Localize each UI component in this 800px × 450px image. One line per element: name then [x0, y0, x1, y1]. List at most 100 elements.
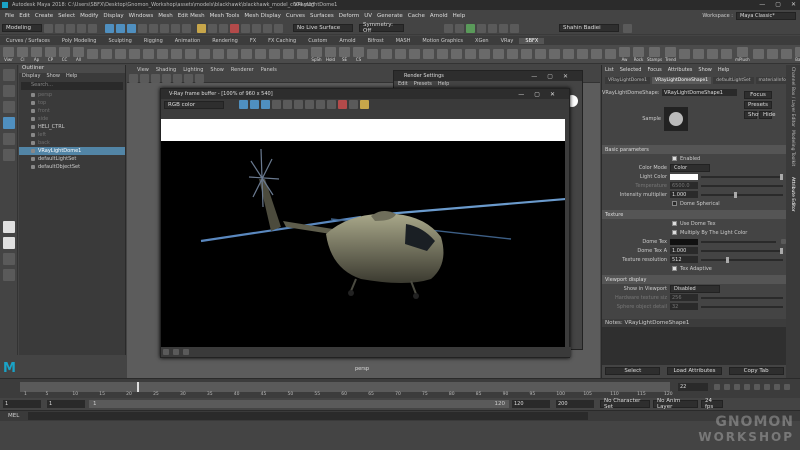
- attr-menu-focus[interactable]: Focus: [647, 67, 661, 73]
- light-color-swatch[interactable]: [670, 173, 698, 180]
- viewport-menu-view[interactable]: View: [137, 67, 149, 73]
- shelf-item-42[interactable]: [591, 49, 602, 59]
- current-frame-field[interactable]: 22: [678, 383, 708, 391]
- shelf-item-bake[interactable]: Bake: [794, 46, 800, 62]
- shelf-item-33[interactable]: [465, 49, 476, 59]
- texture-resolution-slider[interactable]: [701, 256, 783, 263]
- shelf-item-rock[interactable]: Rock: [633, 46, 644, 62]
- shelf-item-ap[interactable]: Ap: [31, 46, 42, 62]
- vfb-lens-icon[interactable]: [182, 349, 189, 355]
- side-tab-attribute-editor[interactable]: Attribute Editor: [790, 177, 795, 212]
- attr-tab-materialinfo[interactable]: materialInfo: [755, 77, 789, 84]
- shelf-item-cc[interactable]: CC: [59, 46, 70, 62]
- outliner-menu-display[interactable]: Display: [22, 73, 40, 81]
- shelf-item-7[interactable]: [101, 49, 112, 59]
- outliner-layout-icon[interactable]: [3, 269, 15, 281]
- shelf-tab-fx-caching[interactable]: FX Caching: [262, 38, 302, 44]
- wireframe-icon[interactable]: [195, 73, 204, 83]
- outliner-search-input[interactable]: Search...: [21, 82, 123, 90]
- hypershade-icon[interactable]: [274, 23, 283, 33]
- shelf-item-26[interactable]: [367, 49, 378, 59]
- outliner-item[interactable]: persp: [19, 91, 125, 99]
- shelf-item-8[interactable]: [115, 49, 126, 59]
- minimize-button[interactable]: —: [759, 1, 765, 8]
- shelf-item-9[interactable]: [129, 49, 140, 59]
- basic-parameters-section[interactable]: Basic parameters: [602, 145, 786, 154]
- show-in-viewport-dropdown[interactable]: Disabled: [670, 284, 720, 293]
- shelf-item-43[interactable]: [605, 49, 616, 59]
- shelf-item-all[interactable]: All: [73, 46, 84, 62]
- single-pane-layout-icon[interactable]: [3, 221, 15, 233]
- show-button[interactable]: Show: [744, 111, 763, 119]
- shelf-item-15[interactable]: [213, 49, 224, 59]
- shelf-tab-motion-graphics[interactable]: Motion Graphics: [416, 38, 469, 44]
- shelf-item-19[interactable]: [269, 49, 280, 59]
- menu-display[interactable]: Display: [103, 13, 123, 19]
- shelf-item-18[interactable]: [255, 49, 266, 59]
- side-by-side-layout-icon[interactable]: [3, 253, 15, 265]
- input-ops-icon[interactable]: [208, 23, 217, 33]
- select-button[interactable]: Select: [605, 367, 661, 375]
- menu-generate[interactable]: Generate: [377, 13, 403, 19]
- shelf-item-stamps[interactable]: Stamps: [647, 46, 662, 62]
- menu-windows[interactable]: Windows: [129, 13, 154, 19]
- shelf-tab-bifrost[interactable]: Bifrost: [362, 38, 390, 44]
- shelf-item-12[interactable]: [171, 49, 182, 59]
- intensity-slider[interactable]: [701, 191, 783, 198]
- vfb-stop-icon[interactable]: [338, 100, 347, 109]
- shelf-item-aw[interactable]: Aw: [619, 46, 630, 62]
- tool-settings-icon[interactable]: [510, 23, 519, 33]
- vfb-compare-icon[interactable]: [172, 349, 179, 355]
- fps-dropdown[interactable]: 24 fps: [701, 398, 723, 410]
- dome-tex-a-slider[interactable]: [701, 247, 783, 254]
- outliner-menu-show[interactable]: Show: [46, 73, 60, 81]
- symmetry-dropdown[interactable]: Symmetry: Off: [359, 22, 404, 34]
- playback-end-field[interactable]: 120: [512, 400, 550, 408]
- outliner-menu-help[interactable]: Help: [66, 73, 77, 81]
- redo-icon[interactable]: [88, 23, 97, 33]
- attr-tab-defaultlightset[interactable]: defaultLightSet: [713, 77, 754, 84]
- shelf-item-20[interactable]: [283, 49, 294, 59]
- shelf-item-cp[interactable]: CP: [45, 46, 56, 62]
- shelf-tab-custom[interactable]: Custom: [302, 38, 333, 44]
- vfb-minimize-button[interactable]: —: [518, 91, 524, 98]
- render-settings-icon[interactable]: [263, 23, 272, 33]
- dome-spherical-checkbox[interactable]: [672, 201, 677, 206]
- anim-layer-dropdown[interactable]: No Anim Layer: [653, 398, 698, 410]
- shelf-tab-mash[interactable]: MASH: [390, 38, 417, 44]
- load-attributes-button[interactable]: Load Attributes: [666, 367, 722, 375]
- shelf-item-34[interactable]: [479, 49, 490, 59]
- image-plane-icon[interactable]: [162, 73, 171, 83]
- time-slider[interactable]: 1 5 10 15 20 25 30 35 40 45 50 55 60 65 70 75 80 85 90 95 10…: [0, 378, 800, 398]
- shelf-item-32[interactable]: [451, 49, 462, 59]
- snap-point-icon[interactable]: [160, 23, 169, 33]
- four-pane-layout-icon[interactable]: [3, 237, 15, 249]
- vfb-close-button[interactable]: ✕: [550, 91, 555, 98]
- shelf-item-29[interactable]: [409, 49, 420, 59]
- light-color-slider[interactable]: [701, 173, 783, 180]
- shelf-item-mplush[interactable]: mPlush: [735, 46, 750, 62]
- viewport-menu-shading[interactable]: Shading: [156, 67, 176, 73]
- outliner-item[interactable]: defaultLightSet: [19, 155, 125, 163]
- shelf-tab-rendering[interactable]: Rendering: [206, 38, 244, 44]
- vfb-blue-channel-icon[interactable]: [261, 100, 270, 109]
- shelf-item-se[interactable]: SE: [339, 46, 350, 62]
- shelf-item-11[interactable]: [157, 49, 168, 59]
- attribute-icon[interactable]: [488, 23, 497, 33]
- range-slider-bar[interactable]: 1 120: [89, 400, 509, 408]
- grid-toggle-icon[interactable]: [173, 73, 182, 83]
- step-forward-key-icon[interactable]: [774, 384, 780, 390]
- menu-mesh-display[interactable]: Mesh Display: [244, 13, 281, 19]
- move-tool-icon[interactable]: [3, 117, 15, 129]
- vfb-clear-icon[interactable]: [316, 100, 325, 109]
- bookmark-icon[interactable]: [151, 73, 160, 83]
- render-settings-maximize[interactable]: ▢: [547, 73, 553, 80]
- menu-help[interactable]: Help: [453, 13, 466, 19]
- menu-uv[interactable]: UV: [364, 13, 372, 19]
- render-settings-minimize[interactable]: —: [531, 73, 537, 80]
- render-settings-close[interactable]: ✕: [563, 73, 568, 80]
- multiply-light-color-checkbox[interactable]: [672, 230, 677, 235]
- shelf-item-51[interactable]: [721, 49, 733, 59]
- lasso-tool-icon[interactable]: [3, 85, 15, 97]
- attr-menu-selected[interactable]: Selected: [620, 67, 642, 73]
